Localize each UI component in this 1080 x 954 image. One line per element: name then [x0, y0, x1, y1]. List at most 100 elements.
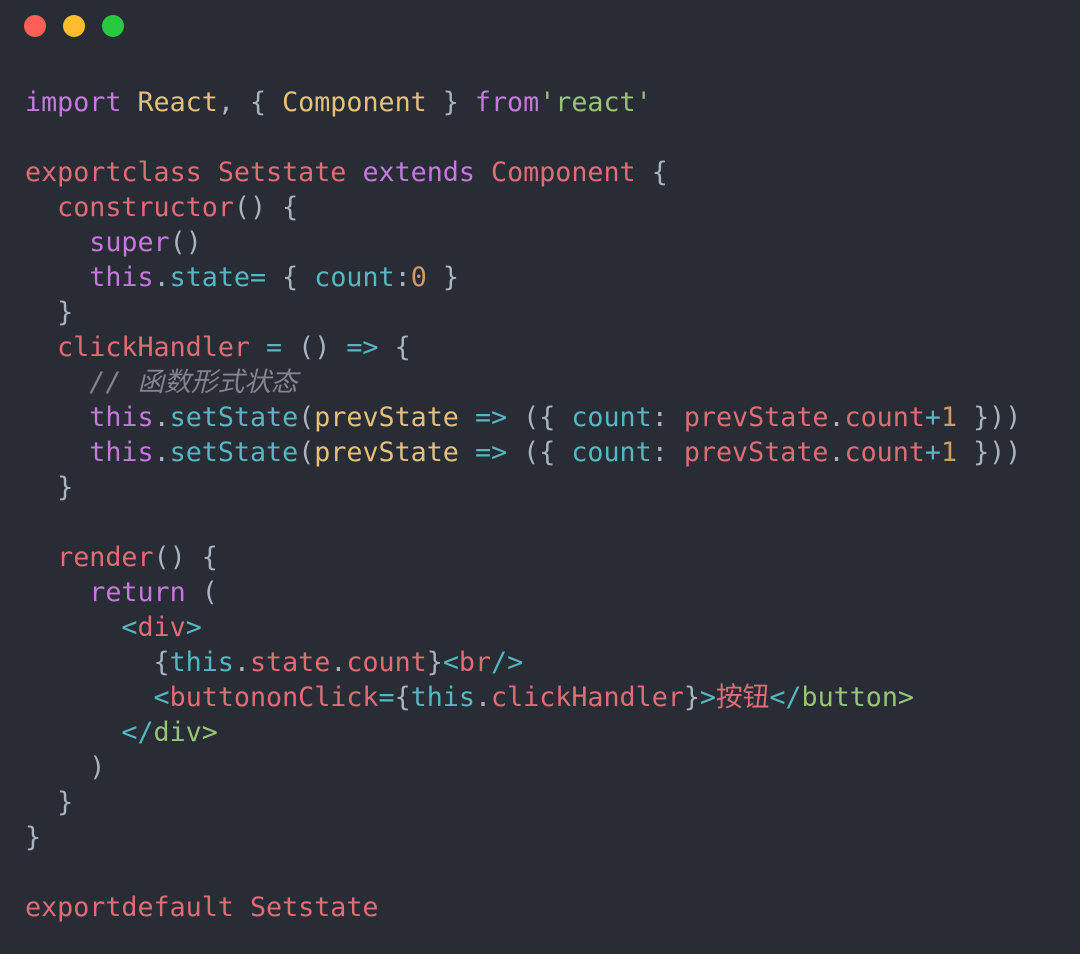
code-line: import React, { Component } from'react': [25, 85, 1021, 120]
code-token: count: [571, 402, 652, 433]
code-line: }: [25, 820, 1021, 855]
code-token: .: [153, 402, 170, 433]
code-token: 0: [410, 262, 427, 293]
code-token: {: [266, 262, 315, 293]
code-token: {: [635, 157, 668, 188]
code-token: .: [828, 437, 845, 468]
code-comment: // 函数形式状态: [89, 367, 298, 398]
code-token: div>: [153, 717, 218, 748]
code-token: :: [651, 402, 684, 433]
minimize-button[interactable]: [63, 15, 85, 37]
code-line: render() {: [25, 540, 1021, 575]
code-line: exportdefault Setstate: [25, 890, 1021, 925]
code-token: <: [442, 647, 459, 678]
code-token: React: [137, 87, 218, 118]
code-line: }: [25, 295, 1021, 330]
code-token: :: [394, 262, 411, 293]
code-token: state: [169, 262, 250, 293]
code-token: button>: [801, 682, 914, 713]
code-token: =: [249, 332, 299, 363]
code-token: clickHandler: [57, 332, 250, 363]
code-token: this: [410, 682, 475, 713]
code-token: (: [298, 437, 315, 468]
code-token: exportclass: [25, 157, 202, 188]
code-line: {this.state.count}<br/>: [25, 645, 1021, 680]
code-token: count: [571, 437, 652, 468]
code-token: Setstate: [233, 892, 379, 923]
code-line: ): [25, 750, 1021, 785]
code-token: super: [89, 227, 170, 258]
code-token: =>: [346, 332, 379, 363]
code-token: .: [828, 402, 845, 433]
code-token: state: [249, 647, 331, 678]
code-line: return (: [25, 575, 1021, 610]
code-token: setState: [169, 437, 299, 468]
code-token: , {: [217, 87, 283, 118]
code-token: Component: [491, 157, 636, 188]
code-token: }: [426, 647, 443, 678]
code-token: {: [378, 332, 411, 363]
code-token: }: [426, 87, 475, 118]
code-token: =>: [458, 402, 524, 433]
code-token: prevState: [314, 437, 459, 468]
code-token: ({: [523, 437, 572, 468]
code-token: () {: [233, 192, 299, 223]
close-button[interactable]: [24, 15, 46, 37]
code-token: Component: [282, 87, 427, 118]
code-token: })): [957, 437, 1022, 468]
code-token: 1: [940, 402, 958, 433]
window-controls: [24, 15, 124, 37]
code-token: return: [89, 577, 186, 608]
code-token: }: [25, 472, 74, 503]
code-token: 'react': [539, 87, 652, 118]
code-token: </: [769, 682, 802, 713]
code-line: </div>: [25, 715, 1021, 750]
code-token: br: [458, 647, 492, 678]
code-token: 1: [940, 437, 958, 468]
code-token: prevState: [314, 402, 459, 433]
code-token: (): [298, 332, 347, 363]
code-token: prevState: [683, 437, 829, 468]
code-line: }: [25, 785, 1021, 820]
code-line: <div>: [25, 610, 1021, 645]
code-token: div: [137, 612, 186, 643]
code-token: setState: [169, 402, 299, 433]
code-token: ({: [523, 402, 572, 433]
code-token: buttononClick: [169, 682, 379, 713]
code-line: }: [25, 470, 1021, 505]
code-token: this: [89, 262, 154, 293]
code-token: =: [378, 682, 395, 713]
code-token: prevState: [683, 402, 829, 433]
code-line: this.state= { count:0 }: [25, 260, 1021, 295]
code-token: }: [683, 682, 700, 713]
code-token: .: [153, 262, 170, 293]
code-token: .: [474, 682, 492, 713]
code-token: this: [89, 402, 154, 433]
code-token: .: [233, 647, 250, 678]
code-token: {: [394, 682, 411, 713]
code-token: () {: [153, 542, 218, 573]
code-token: (): [169, 227, 202, 258]
maximize-button[interactable]: [102, 15, 124, 37]
code-token: }: [25, 822, 42, 853]
code-line: exportclass Setstate extends Component {: [25, 155, 1021, 190]
code-token: .: [330, 647, 347, 678]
code-token: exportdefault: [25, 892, 234, 923]
code-token: }: [426, 262, 459, 293]
code-token: clickHandler: [491, 682, 684, 713]
